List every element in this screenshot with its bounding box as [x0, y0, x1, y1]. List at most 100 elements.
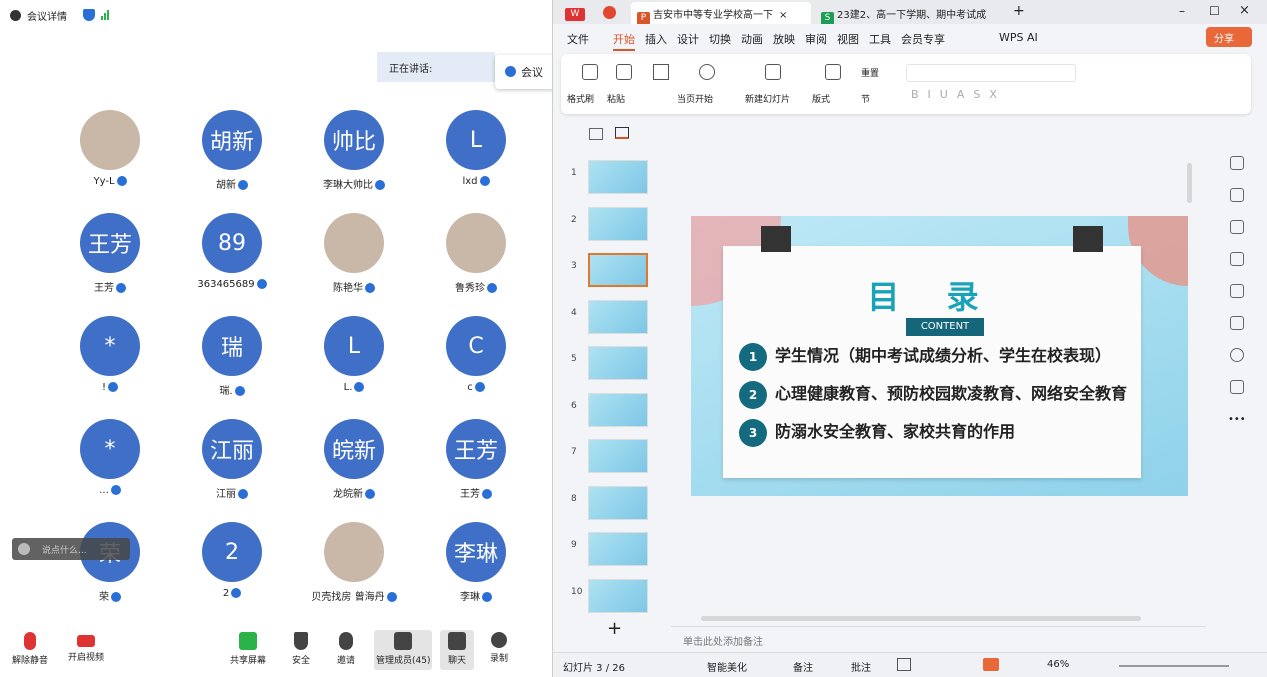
menu-3[interactable]: 设计: [677, 31, 699, 47]
participant-tile[interactable]: 皖新 龙皖新: [293, 419, 415, 515]
more-icon[interactable]: •••: [1228, 414, 1246, 425]
font-style-buttons[interactable]: BIUASX: [911, 88, 1006, 101]
menu-2[interactable]: 插入: [645, 31, 667, 47]
slide-editing-area[interactable]: 目 录 CONTENT 1 学生情况（期中考试成绩分析、学生在校表现） 2 心理健康…: [671, 118, 1206, 621]
participant-tile[interactable]: 鲁秀珍: [415, 213, 537, 309]
font-name-dropdown[interactable]: [906, 64, 1076, 82]
slide-thumbnail[interactable]: [588, 485, 648, 520]
mic-icon: [256, 279, 267, 289]
wps-ai-button[interactable]: WPS AI: [999, 31, 1038, 44]
invite-button[interactable]: 邀请: [337, 632, 355, 666]
share-screen-button[interactable]: 共享屏幕: [230, 632, 266, 666]
normal-view-icon[interactable]: [897, 658, 911, 671]
smart-beautify-button[interactable]: 智能美化: [707, 659, 747, 674]
manage-members-button[interactable]: 管理成员(45): [374, 630, 433, 670]
participant-tile[interactable]: 李琳 李琳: [415, 522, 537, 618]
menu-6[interactable]: 放映: [773, 31, 795, 47]
help-icon[interactable]: [1230, 348, 1244, 362]
participant-tile[interactable]: 89 363465689: [171, 213, 293, 309]
new-slide-button[interactable]: 新建幻灯片: [745, 92, 790, 105]
participant-tile[interactable]: Cc: [415, 316, 537, 412]
participant-tile[interactable]: 瑞瑞.: [171, 316, 293, 412]
chat-button[interactable]: 聊天: [440, 630, 474, 670]
paste-button[interactable]: 粘贴: [607, 92, 625, 105]
participant-tile[interactable]: 江丽 江丽: [171, 419, 293, 515]
security-button[interactable]: 安全: [292, 632, 310, 666]
participant-tile[interactable]: 荣荣: [49, 522, 171, 618]
menu-4[interactable]: 切换: [709, 31, 731, 47]
new-tab-button[interactable]: +: [1007, 2, 1031, 24]
participant-tile[interactable]: Llxd: [415, 110, 537, 206]
slide-thumbnail[interactable]: [588, 299, 648, 334]
participant-tile[interactable]: 王芳 王芳: [49, 213, 171, 309]
slide-thumbnail[interactable]: [588, 346, 648, 380]
zoom-slider[interactable]: [1119, 665, 1229, 667]
participant-tile[interactable]: 王芳 王芳: [415, 419, 537, 515]
menu-0[interactable]: 文件: [567, 31, 589, 47]
notes-area[interactable]: 单击此处添加备注: [671, 626, 1206, 650]
notes-button[interactable]: 备注: [793, 659, 813, 674]
close-tab-icon[interactable]: ×: [779, 10, 787, 21]
outline-view-icon[interactable]: [589, 128, 603, 140]
maximize-button[interactable]: ☐: [1203, 2, 1226, 24]
unmute-button[interactable]: 解除静音: [12, 632, 48, 666]
slide-thumbnail[interactable]: [588, 392, 648, 427]
minimize-button[interactable]: –: [1173, 2, 1191, 24]
reset-button[interactable]: 重置: [861, 66, 879, 79]
menu-9[interactable]: 工具: [869, 31, 891, 47]
slide-thumbnail[interactable]: [588, 160, 648, 194]
add-slide-button[interactable]: +: [607, 618, 622, 639]
share-button[interactable]: 分享: [1206, 27, 1252, 47]
meeting-notice[interactable]: 会议: [495, 55, 552, 89]
record-button[interactable]: 录制: [490, 632, 508, 664]
zoom-level[interactable]: 46%: [1047, 659, 1069, 670]
copy-icon[interactable]: [1230, 220, 1244, 234]
slide-thumbnail[interactable]: [588, 532, 648, 566]
comments-button[interactable]: 批注: [851, 659, 871, 674]
play-slideshow-icon[interactable]: [983, 658, 999, 671]
participant-tile[interactable]: L L.: [293, 316, 415, 412]
current-slide[interactable]: 目 录 CONTENT 1 学生情况（期中考试成绩分析、学生在校表现） 2 心理健康…: [691, 216, 1188, 496]
menu-10[interactable]: 会员专享: [901, 31, 945, 47]
image-icon[interactable]: [1230, 252, 1244, 266]
book-icon[interactable]: [1230, 316, 1244, 330]
tools-icon[interactable]: [1230, 284, 1244, 298]
participant-tile[interactable]: 22: [171, 522, 293, 618]
participant-tile[interactable]: 陈艳华: [293, 213, 415, 309]
shirt-icon[interactable]: [1230, 380, 1244, 394]
info-icon[interactable]: [10, 9, 21, 21]
participant-tile[interactable]: 帅比 李琳大帅比: [293, 110, 415, 206]
horizontal-scrollbar[interactable]: [701, 616, 1141, 621]
participant-tile[interactable]: *!: [49, 316, 171, 412]
close-window-button[interactable]: ×: [1233, 2, 1256, 24]
start-video-button[interactable]: 开启视频: [68, 632, 104, 663]
slide-thumbnail[interactable]: [588, 439, 648, 473]
menu-8[interactable]: 视图: [837, 31, 859, 47]
format-painter-button[interactable]: 格式刷: [567, 92, 594, 105]
tab-pdf[interactable]: [597, 2, 625, 24]
emoji-icon[interactable]: [18, 543, 30, 555]
participant-tile[interactable]: Yy-L: [49, 110, 171, 206]
menu-1[interactable]: 开始: [613, 31, 635, 51]
slides-view-icon[interactable]: [615, 127, 629, 139]
section-button[interactable]: 节: [861, 92, 870, 105]
meeting-info-label[interactable]: 会议详情: [27, 8, 67, 23]
tab-document-spreadsheet[interactable]: S 23建2、高一下学期、期中考试成: [815, 2, 1001, 24]
participant-tile[interactable]: *...: [49, 419, 171, 515]
tab-wps-home[interactable]: W: [559, 2, 595, 24]
scissors-icon[interactable]: [653, 64, 669, 80]
vertical-scrollbar[interactable]: [1187, 163, 1192, 203]
participant-tile[interactable]: 贝壳找房 曾海丹: [293, 522, 415, 618]
slide-thumbnail[interactable]: [588, 578, 648, 613]
tab-document-presentation[interactable]: P 吉安市中等专业学校高一下 ×: [631, 2, 811, 24]
chat-input[interactable]: 说点什么...: [12, 538, 130, 560]
star-icon[interactable]: [1230, 188, 1244, 202]
menu-5[interactable]: 动画: [741, 31, 763, 47]
start-from-current-button[interactable]: 当页开始: [677, 92, 713, 105]
slide-thumbnail[interactable]: [588, 206, 648, 241]
participant-tile[interactable]: 胡新 胡新: [171, 110, 293, 206]
property-icon[interactable]: [1230, 156, 1244, 170]
layout-button[interactable]: 版式: [812, 92, 830, 105]
slide-thumbnail[interactable]: [588, 253, 648, 287]
menu-7[interactable]: 审阅: [805, 31, 827, 47]
